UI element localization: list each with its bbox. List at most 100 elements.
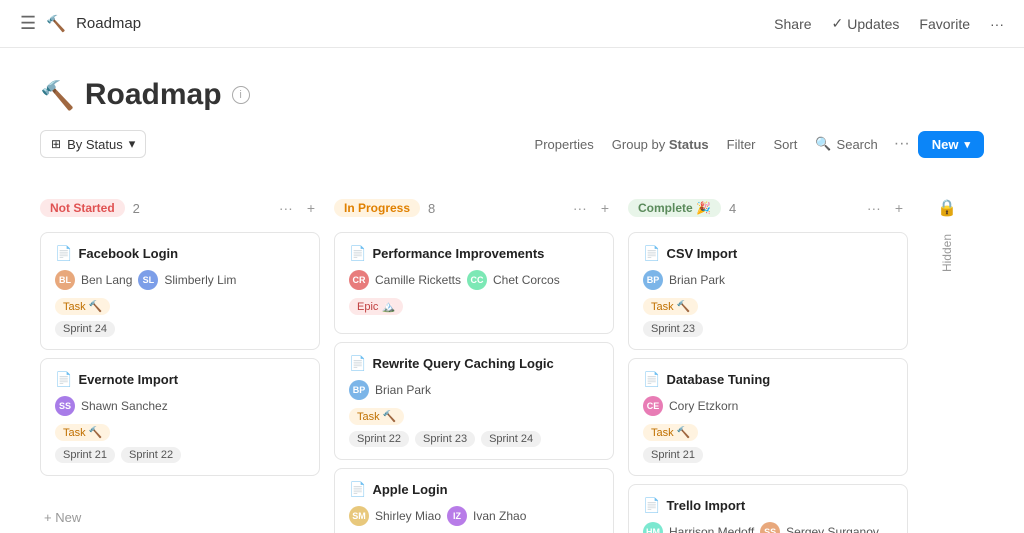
avatar: BP — [349, 380, 369, 400]
avatar: SS — [55, 396, 75, 416]
card-title-row: 📄 Evernote Import — [55, 371, 305, 388]
avatar: BL — [55, 270, 75, 290]
more-nav-button[interactable]: ··· — [990, 16, 1004, 32]
info-icon[interactable]: i — [232, 86, 250, 104]
sprint-tag: Sprint 24 — [55, 321, 115, 337]
person-name: Brian Park — [375, 383, 431, 397]
card-people: BPBrian Park — [643, 270, 893, 290]
card-people: BP Brian Park — [349, 380, 599, 400]
search-button[interactable]: 🔍 Search — [807, 131, 885, 157]
card[interactable]: 📄Facebook Login BLBen LangSLSlimberly Lim… — [40, 232, 320, 350]
sprint-tag: Sprint 21 — [643, 447, 703, 463]
card-tag: Task 🔨 — [643, 424, 698, 441]
more-toolbar-button[interactable]: ··· — [888, 131, 916, 157]
column-header-in-progress: In Progress8···+ — [334, 194, 614, 222]
column-header-not-started: Not Started 2 ···+ — [40, 194, 320, 222]
card-title-row: 📄Trello Import — [643, 497, 893, 514]
avatar: IZ — [447, 506, 467, 526]
person-name: Chet Corcos — [493, 273, 560, 287]
nav-left: ☰ 🔨 Roadmap — [20, 13, 141, 34]
card-doc-icon: 📄 — [349, 355, 366, 372]
column-add-button-complete[interactable]: + — [890, 198, 908, 218]
new-button[interactable]: New ▾ — [918, 131, 984, 158]
column-more-button-complete[interactable]: ··· — [862, 198, 886, 218]
column-not-started: Not Started 2 ···+ 📄Facebook Login BLBen Lan… — [40, 194, 320, 533]
column-title-not-started: Not Started — [40, 199, 125, 217]
column-title-complete: Complete 🎉 — [628, 199, 721, 217]
card-tag: Epic 🏔️ — [349, 298, 403, 315]
column-add-button-in-progress[interactable]: + — [596, 198, 614, 218]
card[interactable]: 📄Trello ImportHMHarrison MedoffSSSergey … — [628, 484, 908, 533]
card-title-row: 📄Facebook Login — [55, 245, 305, 262]
column-header-complete: Complete 🎉 4 ···+ — [628, 194, 908, 222]
new-chevron-icon: ▾ — [964, 138, 970, 151]
card-doc-icon: 📄 — [55, 371, 72, 388]
sprint-tag: Sprint 23 — [643, 321, 703, 337]
hidden-label: Hidden — [940, 234, 954, 272]
card[interactable]: 📄Rewrite Query Caching Logic BP Brian Park… — [334, 342, 614, 460]
card-title: Apple Login — [372, 482, 447, 497]
card-doc-icon: 📄 — [643, 245, 660, 262]
hamburger-icon[interactable]: ☰ — [20, 13, 36, 34]
avatar: HM — [643, 522, 663, 533]
card-doc-icon: 📄 — [349, 245, 366, 262]
person-name: Shirley Miao — [375, 509, 441, 523]
card-title-row: 📄Rewrite Query Caching Logic — [349, 355, 599, 372]
page-icon: 🔨 — [40, 79, 75, 112]
properties-button[interactable]: Properties — [527, 132, 602, 157]
card-people: CRCamille RickettsCCChet Corcos — [349, 270, 599, 290]
card-tag: Task 🔨 — [55, 298, 110, 315]
column-more-button-not-started[interactable]: ··· — [274, 198, 298, 218]
card-tag: Task 🔨 — [643, 298, 698, 315]
card[interactable]: 📄Apple LoginSMShirley MiaoIZIvan ZhaoTas… — [334, 468, 614, 533]
person-name: Slimberly Lim — [164, 273, 236, 287]
column-actions-complete: ···+ — [862, 198, 908, 218]
chevron-down-icon: ▾ — [129, 136, 136, 152]
filter-button[interactable]: Filter — [719, 132, 764, 157]
card-title: Evernote Import — [78, 372, 178, 387]
card-tag: Task 🔨 — [349, 408, 404, 425]
column-add-button-not-started[interactable]: + — [302, 198, 320, 218]
sort-button[interactable]: Sort — [766, 132, 806, 157]
cards-list-not-started: 📄Facebook Login BLBen LangSLSlimberly Lim… — [40, 232, 320, 498]
card-tags: Task 🔨 — [55, 424, 305, 441]
hidden-column: 🔒Hidden — [922, 194, 972, 533]
card-title-row: 📄 CSV Import — [643, 245, 893, 262]
person-name: Ivan Zhao — [473, 509, 526, 523]
group-by-button[interactable]: Group by Status — [604, 132, 717, 157]
card[interactable]: 📄Database TuningCECory EtzkornTask 🔨Spri… — [628, 358, 908, 476]
page-header: 🔨 Roadmap i ⊞ By Status ▾ Properties Gro… — [0, 48, 1024, 194]
add-new-not-started[interactable]: + New — [40, 502, 320, 533]
search-label: Search — [837, 137, 878, 152]
sprint-tag: Sprint 22 — [121, 447, 181, 463]
card[interactable]: 📄 CSV Import BPBrian Park Task 🔨 Sprint 23 — [628, 232, 908, 350]
by-status-label: By Status — [67, 137, 123, 152]
updates-button[interactable]: ✓ Updates — [832, 15, 900, 32]
card-people: BLBen LangSLSlimberly Lim — [55, 270, 305, 290]
column-more-button-in-progress[interactable]: ··· — [568, 198, 592, 218]
favorite-button[interactable]: Favorite — [919, 16, 970, 32]
new-label: New — [932, 137, 959, 152]
card-sprints: Sprint 22Sprint 23Sprint 24 — [349, 431, 599, 447]
card-title-row: 📄Database Tuning — [643, 371, 893, 388]
share-button[interactable]: Share — [774, 16, 811, 32]
person-name: Camille Ricketts — [375, 273, 461, 287]
card-sprints: Sprint 24 — [55, 321, 305, 337]
column-count-not-started: 2 — [133, 201, 140, 216]
column-count-complete: 4 — [729, 201, 736, 216]
card-doc-icon: 📄 — [643, 371, 660, 388]
card-tags: Epic 🏔️ — [349, 298, 599, 315]
card[interactable]: 📄 Evernote Import SSShawn Sanchez Task 🔨 Spr… — [40, 358, 320, 476]
card-doc-icon: 📄 — [643, 497, 660, 514]
card-people: SSShawn Sanchez — [55, 396, 305, 416]
card-tags: Task 🔨 — [643, 424, 893, 441]
card-sprints: Sprint 21 — [643, 447, 893, 463]
avatar: CE — [643, 396, 663, 416]
card-title: CSV Import — [666, 246, 737, 261]
avatar: SM — [349, 506, 369, 526]
toolbar: ⊞ By Status ▾ Properties Group by Status… — [40, 130, 984, 158]
page-title-row: 🔨 Roadmap i — [40, 78, 984, 112]
card[interactable]: 📄Performance ImprovementsCRCamille Ricke… — [334, 232, 614, 334]
sprint-tag: Sprint 21 — [55, 447, 115, 463]
by-status-button[interactable]: ⊞ By Status ▾ — [40, 130, 146, 158]
